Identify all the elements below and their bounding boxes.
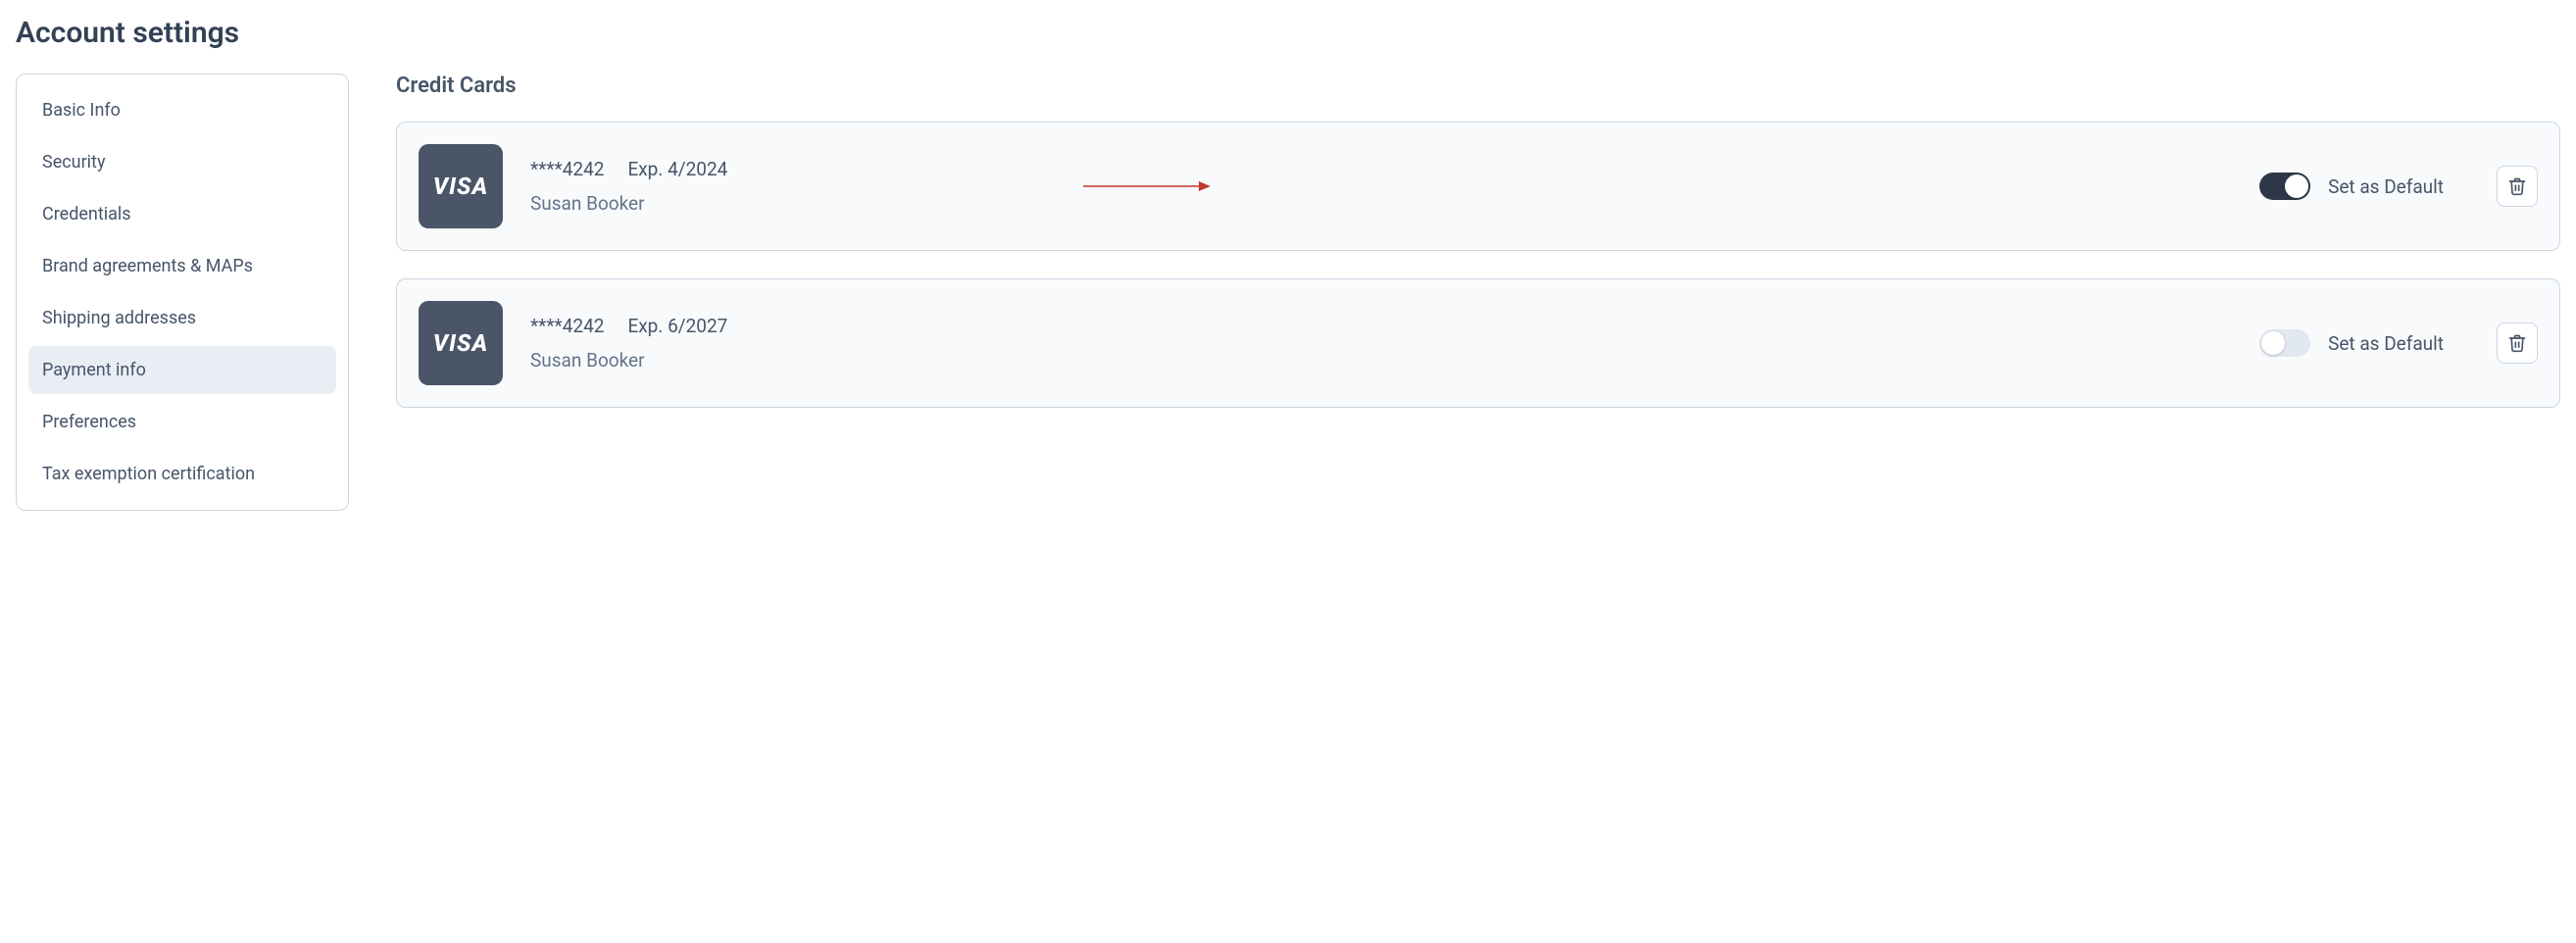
sidebar-item-credentials[interactable]: Credentials xyxy=(28,190,336,238)
trash-icon xyxy=(2507,333,2527,353)
card-info: ****4242 Exp. 6/2027 Susan Booker xyxy=(530,315,2259,372)
settings-sidebar: Basic Info Security Credentials Brand ag… xyxy=(16,74,349,511)
sidebar-item-payment-info[interactable]: Payment info xyxy=(28,346,336,394)
default-toggle-label: Set as Default xyxy=(2328,175,2444,198)
default-toggle-label: Set as Default xyxy=(2328,332,2444,355)
card-masked-number: ****4242 xyxy=(530,315,604,337)
sidebar-item-tax-exemption[interactable]: Tax exemption certification xyxy=(28,450,336,498)
card-holder-name: Susan Booker xyxy=(530,192,2259,215)
default-toggle[interactable] xyxy=(2259,329,2310,357)
card-number-expiry: ****4242 Exp. 4/2024 xyxy=(530,158,2259,180)
card-holder-name: Susan Booker xyxy=(530,349,2259,372)
sidebar-item-basic-info[interactable]: Basic Info xyxy=(28,86,336,134)
card-number-expiry: ****4242 Exp. 6/2027 xyxy=(530,315,2259,337)
trash-icon xyxy=(2507,176,2527,196)
visa-icon: VISA xyxy=(433,329,488,357)
visa-icon: VISA xyxy=(433,173,488,200)
sidebar-item-shipping-addresses[interactable]: Shipping addresses xyxy=(28,294,336,342)
delete-card-button[interactable] xyxy=(2497,323,2538,364)
card-actions: Set as Default xyxy=(2259,166,2538,207)
credit-card-row: VISA ****4242 Exp. 4/2024 Susan Booker S… xyxy=(396,122,2560,251)
credit-card-row: VISA ****4242 Exp. 6/2027 Susan Booker S… xyxy=(396,278,2560,408)
card-expiry: Exp. 4/2024 xyxy=(627,158,727,180)
main-content: Credit Cards VISA ****4242 Exp. 4/2024 S… xyxy=(396,74,2560,435)
section-title: Credit Cards xyxy=(396,74,2560,98)
page-title: Account settings xyxy=(16,16,2560,50)
delete-card-button[interactable] xyxy=(2497,166,2538,207)
default-toggle[interactable] xyxy=(2259,173,2310,200)
toggle-knob xyxy=(2261,331,2285,355)
card-brand-badge: VISA xyxy=(419,144,503,228)
sidebar-item-preferences[interactable]: Preferences xyxy=(28,398,336,446)
card-masked-number: ****4242 xyxy=(530,158,604,180)
sidebar-item-brand-agreements[interactable]: Brand agreements & MAPs xyxy=(28,242,336,290)
card-info: ****4242 Exp. 4/2024 Susan Booker xyxy=(530,158,2259,215)
settings-container: Basic Info Security Credentials Brand ag… xyxy=(16,74,2560,511)
card-expiry: Exp. 6/2027 xyxy=(627,315,727,337)
card-brand-badge: VISA xyxy=(419,301,503,385)
sidebar-item-security[interactable]: Security xyxy=(28,138,336,186)
card-actions: Set as Default xyxy=(2259,323,2538,364)
toggle-knob xyxy=(2285,174,2308,198)
